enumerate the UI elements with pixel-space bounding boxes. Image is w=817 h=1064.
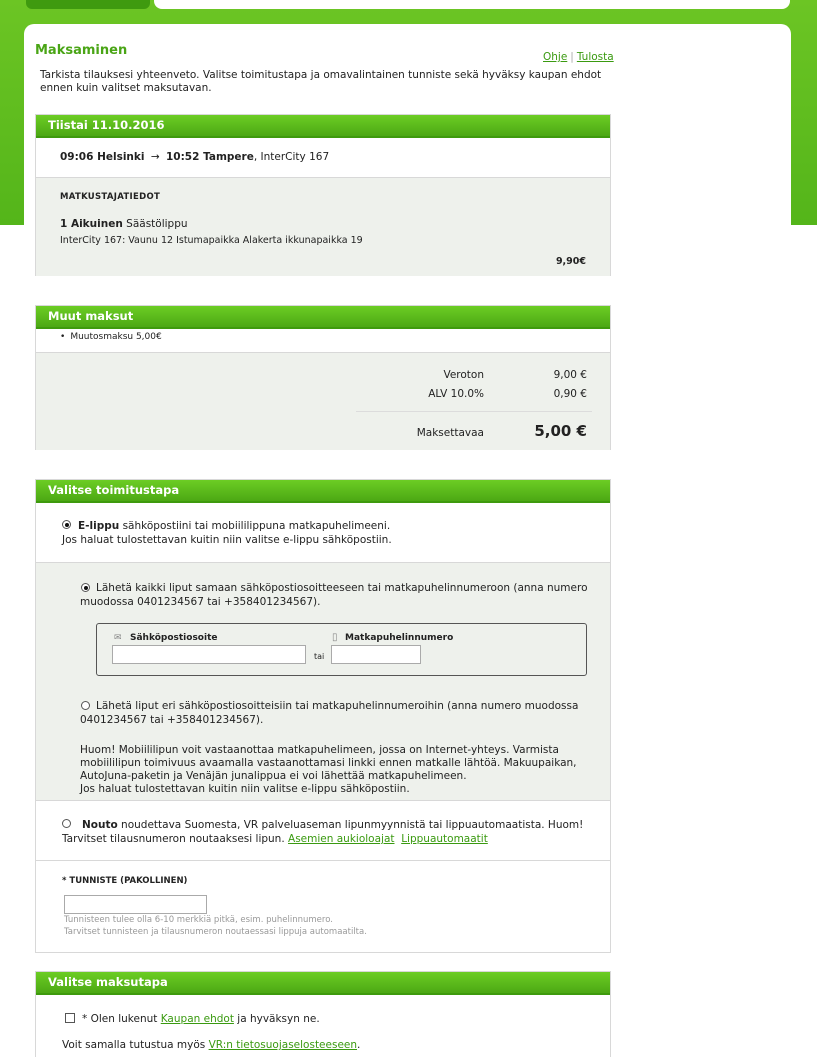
intro-text: Tarkista tilauksesi yhteenveto. Valitse … xyxy=(40,69,602,94)
passenger-line: 1 Aikuinen Säästölippu xyxy=(60,218,188,230)
identifier-label: * TUNNISTE (PAKOLLINEN) xyxy=(62,876,188,886)
eticket-radio[interactable] xyxy=(62,520,71,529)
terms-prefix: * Olen lukenut xyxy=(82,1013,161,1025)
train-name: , InterCity 167 xyxy=(253,151,330,163)
total-value: 5,00 € xyxy=(534,422,587,440)
eticket-title: E-lippu xyxy=(78,520,120,532)
payment-header: Valitse maksutapa xyxy=(36,972,610,995)
privacy-prefix: Voit samalla tutustua myös xyxy=(62,1039,209,1051)
note-line-1: Huom! Mobiililipun voit vastaanottaa mat… xyxy=(80,744,559,756)
arrival: 10:52 Tampere xyxy=(166,151,254,163)
email-label: Sähköpostiosoite xyxy=(130,633,218,643)
traveller-section: MATKUSTAJATIEDOT 1 Aikuinen Säästölippu … xyxy=(36,177,610,276)
eticket-text: sähköpostiini tai mobiililippuna matkapu… xyxy=(119,520,391,532)
identifier-input[interactable] xyxy=(64,895,207,914)
envelope-icon: ✉ xyxy=(114,633,122,643)
print-link[interactable]: Tulosta xyxy=(577,51,614,63)
email-input[interactable] xyxy=(112,645,306,664)
fee-item: • Muutosmaksu 5,00€ xyxy=(60,332,162,342)
mobile-note: Huom! Mobiililipun voit vastaanottaa mat… xyxy=(80,744,577,796)
send-separate-radio[interactable] xyxy=(81,701,90,710)
payment-box: Valitse maksutapa * Olen lukenut Kaupan … xyxy=(35,971,611,1057)
traveller-header: MATKUSTAJATIEDOT xyxy=(60,192,161,202)
delivery-header: Valitse toimitustapa xyxy=(36,480,610,503)
terms-link[interactable]: Kaupan ehdot xyxy=(161,1013,234,1025)
terms-suffix: ja hyväksyn ne. xyxy=(233,1013,320,1025)
trip-summary-box: Tiistai 11.10.2016 09:06 Helsinki → 10:5… xyxy=(35,114,611,276)
terms-checkbox[interactable] xyxy=(65,1013,75,1023)
seat-info: InterCity 167: Vaunu 12 Istumapaikka Ala… xyxy=(60,235,363,246)
page-title: Maksaminen xyxy=(35,43,128,58)
station-hours-link[interactable]: Asemien aukioloajat xyxy=(288,833,394,845)
help-link[interactable]: Ohje xyxy=(543,51,567,63)
total-label: Maksettavaa xyxy=(416,427,484,439)
send-separate-line1: Lähetä liput eri sähköpostiosoitteisiin … xyxy=(96,700,579,712)
privacy-link[interactable]: VR:n tietosuojaselosteeseen xyxy=(209,1039,357,1051)
passenger-count: 1 Aikuinen xyxy=(60,218,123,230)
pickup-line2: Tarvitset tilausnumeron noutaaksesi lipu… xyxy=(62,833,488,845)
identifier-help-2: Tarvitset tunnisteen ja tilausnumeron no… xyxy=(64,927,367,937)
pickup-radio[interactable] xyxy=(62,819,71,828)
trip-price: 9,90€ xyxy=(555,256,586,267)
other-fees-header: Muut maksut xyxy=(36,306,610,329)
eticket-option: E-lippu sähköpostiini tai mobiililippuna… xyxy=(78,520,390,533)
eticket-details: Lähetä kaikki liput samaan sähköpostioso… xyxy=(36,562,610,801)
send-all-line1: Lähetä kaikki liput samaan sähköpostioso… xyxy=(96,582,588,594)
send-separate-line2: 0401234567 tai +358401234567). xyxy=(80,714,264,726)
identifier-divider xyxy=(36,860,610,861)
arrow-icon: → xyxy=(150,151,160,163)
net-value: 9,00 € xyxy=(553,369,587,381)
pickup-text: noudettava Suomesta, VR palveluaseman li… xyxy=(117,819,584,831)
note-line-4: Jos haluat tulostettavan kuitin niin val… xyxy=(80,783,410,795)
privacy-suffix: . xyxy=(357,1039,361,1051)
other-fees-box: Muut maksut • Muutosmaksu 5,00€ Veroton 9… xyxy=(35,305,611,450)
ticket-machines-link[interactable]: Lippuautomaatit xyxy=(401,833,488,845)
or-label: tai xyxy=(314,652,325,661)
eticket-text-2: Jos haluat tulostettavan kuitin niin val… xyxy=(62,534,392,546)
delivery-box: Valitse toimitustapa E-lippu sähköpostii… xyxy=(35,479,611,953)
ticket-type: Säästölippu xyxy=(126,218,188,230)
send-all-line2: muodossa 0401234567 tai +358401234567). xyxy=(80,596,321,608)
identifier-help-1: Tunnisteen tulee olla 6-10 merkkiä pitkä… xyxy=(64,915,333,925)
pickup-title: Nouto xyxy=(82,819,118,831)
terms-text: * Olen lukenut Kaupan ehdot ja hyväksyn … xyxy=(82,1013,320,1025)
vat-value: 0,90 € xyxy=(553,388,587,400)
pickup-option: Nouto noudettava Suomesta, VR palveluase… xyxy=(82,819,583,831)
contact-fields: ✉ Sähköpostiosoite tai ▯ Matkapuhelinnum… xyxy=(96,623,587,676)
phone-icon: ▯ xyxy=(332,632,338,643)
note-line-3: AutoJuna-paketin ja Venäjän junalippua e… xyxy=(80,770,467,782)
phone-label: Matkapuhelinnumero xyxy=(345,633,454,643)
privacy-text: Voit samalla tutustua myös VR:n tietosuo… xyxy=(62,1039,360,1051)
nav-tab-left[interactable] xyxy=(26,0,150,9)
nav-bar xyxy=(154,0,790,9)
summary-divider xyxy=(356,411,592,412)
price-summary: Veroton 9,00 € ALV 10.0% 0,90 € Maksetta… xyxy=(36,352,610,450)
trip-date-header: Tiistai 11.10.2016 xyxy=(36,115,610,138)
vat-label: ALV 10.0% xyxy=(428,388,484,400)
net-label: Veroton xyxy=(443,369,484,381)
fee-item-label: Muutosmaksu 5,00€ xyxy=(70,332,162,342)
departure: 09:06 Helsinki xyxy=(60,151,145,163)
trip-route: 09:06 Helsinki → 10:52 Tampere, InterCit… xyxy=(60,151,329,163)
pickup-text-2: Tarvitset tilausnumeron noutaaksesi lipu… xyxy=(62,833,285,845)
send-all-radio[interactable] xyxy=(81,583,90,592)
note-line-2: mobiililipun toimivuus avaamalla vastaan… xyxy=(80,757,577,769)
top-links: Ohje | Tulosta xyxy=(543,51,614,63)
phone-input[interactable] xyxy=(331,645,421,664)
